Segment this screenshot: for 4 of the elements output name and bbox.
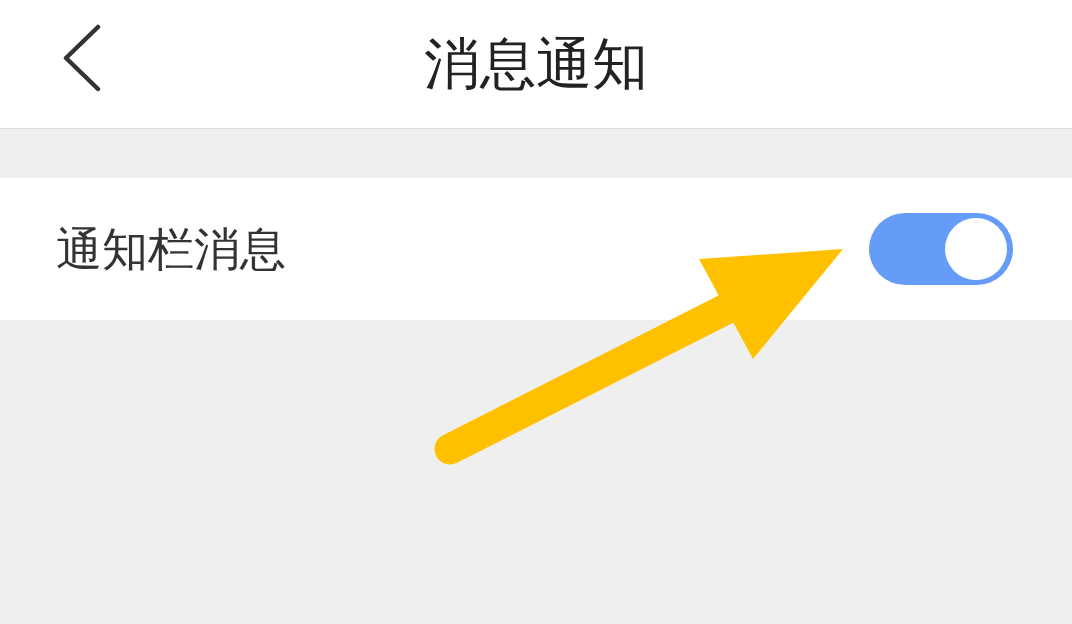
setting-label: 通知栏消息 [56, 226, 286, 272]
back-button[interactable] [62, 24, 102, 92]
page-title: 消息通知 [424, 36, 648, 92]
back-chevron-icon [62, 24, 102, 92]
